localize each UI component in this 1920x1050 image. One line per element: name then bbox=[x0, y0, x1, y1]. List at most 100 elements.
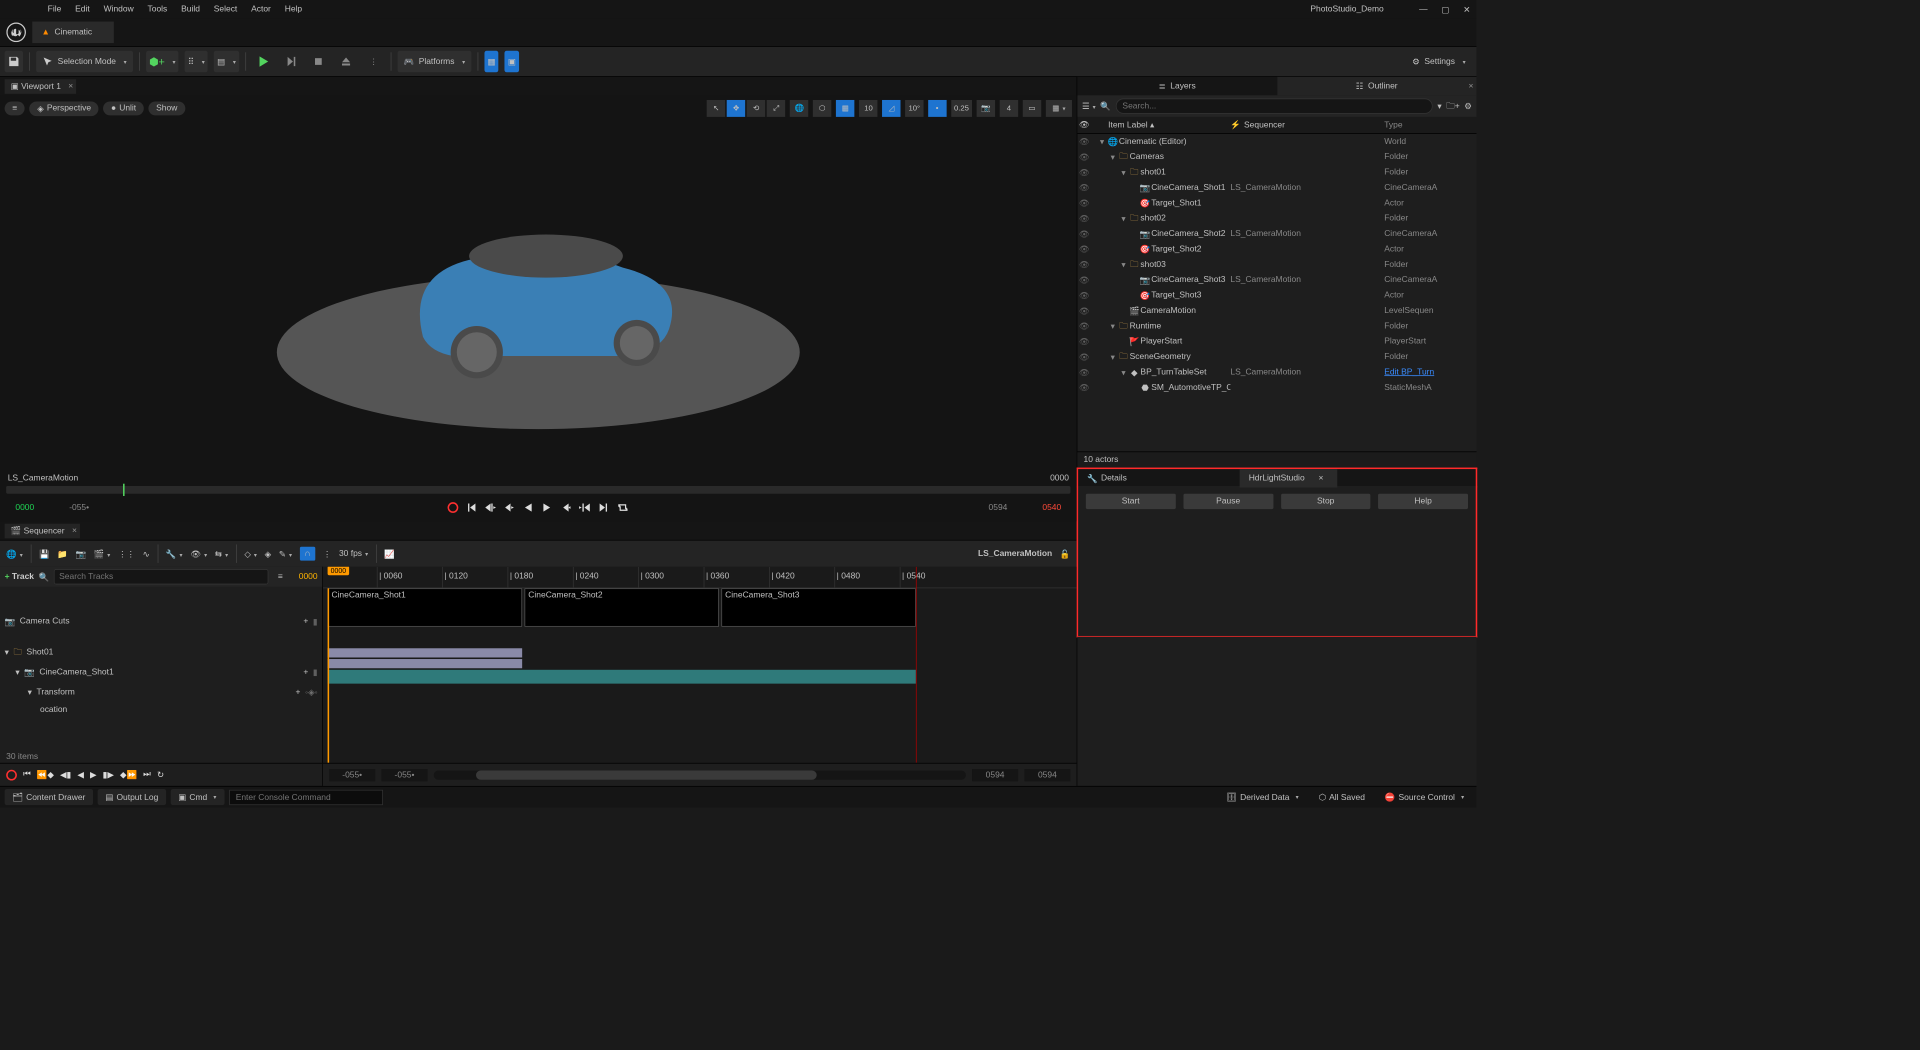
add-section-icon[interactable]: + bbox=[303, 617, 308, 626]
outliner-search-input[interactable] bbox=[1116, 98, 1433, 113]
tab-details[interactable]: 🔧Details bbox=[1078, 469, 1141, 487]
close-icon[interactable]: × bbox=[1468, 82, 1473, 91]
add-content-dropdown[interactable]: ⬢+ bbox=[146, 51, 179, 73]
step-back-icon[interactable] bbox=[504, 502, 515, 513]
outliner-row[interactable]: 👁▾🗀RuntimeFolder bbox=[1077, 318, 1476, 333]
cmd-dropdown[interactable]: ▣Cmd bbox=[171, 789, 225, 805]
play-forward-icon[interactable] bbox=[541, 502, 552, 513]
outliner-row[interactable]: 👁🎯Target_Shot3Actor bbox=[1077, 288, 1476, 303]
scale-snap-toggle[interactable]: • bbox=[928, 100, 946, 117]
rotate-tool[interactable]: ⟲ bbox=[747, 100, 765, 117]
outliner-tree[interactable]: 👁▾🌐Cinematic (Editor)World👁▾🗀CamerasFold… bbox=[1077, 134, 1476, 452]
curve-editor-icon[interactable]: 📈 bbox=[384, 549, 395, 559]
playhead-line[interactable] bbox=[328, 588, 330, 763]
range-in-end[interactable]: 0594 bbox=[972, 769, 1018, 781]
outliner-row[interactable]: 👁📷CineCamera_Shot3LS_CameraMotionCineCam… bbox=[1077, 272, 1476, 287]
visibility-icon[interactable]: 👁 bbox=[1077, 290, 1091, 300]
play-button[interactable] bbox=[252, 51, 274, 73]
hdr-help-button[interactable]: Help bbox=[1378, 494, 1468, 509]
timeline-ruler[interactable]: 0000 | 0060| 0120| 0180| 0240| 0300| 036… bbox=[323, 567, 1077, 589]
visibility-icon[interactable]: 👁 bbox=[1077, 275, 1091, 285]
blueprint-dropdown[interactable]: ⠿ bbox=[185, 51, 208, 73]
outliner-row[interactable]: 👁▾🗀shot03Folder bbox=[1077, 257, 1476, 272]
record-button[interactable] bbox=[6, 769, 17, 780]
save-seq-icon[interactable]: 💾 bbox=[39, 549, 50, 559]
visibility-icon[interactable]: 👁 bbox=[1077, 367, 1091, 377]
autokey-icon[interactable]: ◈ bbox=[265, 549, 272, 559]
snap-toggle[interactable]: ∩ bbox=[300, 547, 315, 561]
step-back-icon[interactable]: ◀▮ bbox=[60, 770, 71, 780]
goto-end-icon[interactable]: ⏭ bbox=[143, 770, 151, 780]
step-back-key-icon[interactable]: ⏪◆ bbox=[37, 770, 54, 780]
edit-mode-dropdown[interactable]: ✎ bbox=[279, 549, 292, 559]
hdr-start-button[interactable]: Start bbox=[1086, 494, 1176, 509]
content-drawer-button[interactable]: 🗂Content Drawer bbox=[5, 789, 93, 805]
camera-speed-icon[interactable]: 📷 bbox=[977, 100, 995, 117]
all-saved-indicator[interactable]: ⬡All Saved bbox=[1311, 789, 1373, 805]
sequencer-tab[interactable]: 🎬 Sequencer × bbox=[5, 523, 80, 538]
curve-icon[interactable]: ∿ bbox=[143, 549, 150, 559]
goto-end-icon[interactable] bbox=[598, 502, 609, 513]
viewports-toggle-2[interactable]: ▣ bbox=[505, 51, 519, 73]
eject-button[interactable] bbox=[335, 51, 357, 73]
expand-icon[interactable]: ▾ bbox=[1119, 367, 1128, 377]
goto-start-icon[interactable] bbox=[466, 502, 477, 513]
outliner-row[interactable]: 👁▾🗀SceneGeometryFolder bbox=[1077, 349, 1476, 364]
expand-icon[interactable]: ▾ bbox=[1119, 213, 1128, 223]
grid-snap-toggle[interactable]: ▦ bbox=[836, 100, 854, 117]
add-track-button[interactable]: + Track bbox=[5, 572, 34, 581]
add-key-icon[interactable]: + bbox=[303, 667, 308, 676]
outliner-row[interactable]: 👁🎯Target_Shot1Actor bbox=[1077, 195, 1476, 210]
browse-icon[interactable]: 📁 bbox=[57, 549, 68, 559]
show-dropdown[interactable]: Show bbox=[148, 102, 185, 116]
skip-button[interactable] bbox=[280, 51, 302, 73]
menu-build[interactable]: Build bbox=[181, 5, 200, 14]
viewport-scrubber[interactable] bbox=[6, 486, 1070, 494]
visibility-icon[interactable]: 👁 bbox=[1077, 306, 1091, 316]
window-minimize-icon[interactable]: — bbox=[1419, 5, 1427, 14]
track-cinecamera1[interactable]: ▾📷 CineCamera_Shot1 +▮ bbox=[0, 662, 322, 682]
expand-icon[interactable]: ▾ bbox=[1108, 352, 1117, 362]
window-maximize-icon[interactable]: ▢ bbox=[1441, 4, 1449, 14]
expand-icon[interactable]: ▾ bbox=[1119, 167, 1128, 177]
hdr-stop-button[interactable]: Stop bbox=[1281, 494, 1371, 509]
expand-icon[interactable]: ▾ bbox=[1119, 260, 1128, 270]
close-icon[interactable]: × bbox=[72, 526, 77, 535]
range-in-start[interactable]: -055• bbox=[381, 769, 427, 781]
outliner-options-icon[interactable]: ☰ bbox=[1082, 101, 1096, 111]
outliner-row[interactable]: 👁⬣SM_AutomotiveTP_CStaticMeshA bbox=[1077, 380, 1476, 395]
viewport-scene[interactable] bbox=[0, 95, 1077, 470]
visibility-icon[interactable]: 👁 bbox=[1077, 336, 1091, 346]
goto-start-icon[interactable]: ⏮ bbox=[23, 770, 31, 780]
outliner-row[interactable]: 👁▾🌐Cinematic (Editor)World bbox=[1077, 134, 1476, 149]
expand-icon[interactable]: ▾ bbox=[1108, 152, 1117, 162]
viewport[interactable]: ≡ ◈Perspective ●Unlit Show ↖ ✥ ⟲ ⤢ 🌐 ⬡ ▦… bbox=[0, 95, 1077, 521]
menu-tools[interactable]: Tools bbox=[148, 5, 168, 14]
console-input[interactable] bbox=[229, 789, 383, 804]
output-log-button[interactable]: ▤Output Log bbox=[98, 789, 166, 805]
outliner-row[interactable]: 👁▾◆BP_TurnTableSetLS_CameraMotionEdit BP… bbox=[1077, 365, 1476, 380]
expand-icon[interactable]: ▾ bbox=[5, 647, 9, 657]
step-fwd-key-icon[interactable]: ◆⏩ bbox=[120, 770, 137, 780]
scale-tool[interactable]: ⤢ bbox=[767, 100, 785, 117]
step-fwd-icon[interactable] bbox=[560, 502, 571, 513]
visibility-header-icon[interactable]: 👁 bbox=[1077, 120, 1091, 130]
expand-icon[interactable]: ▾ bbox=[28, 687, 32, 697]
menu-window[interactable]: Window bbox=[104, 5, 134, 14]
record-button[interactable] bbox=[448, 502, 459, 513]
grid-snap-value[interactable]: 10 bbox=[859, 100, 877, 117]
viewport-options-menu[interactable]: ≡ bbox=[5, 102, 25, 116]
visibility-icon[interactable]: 👁 bbox=[1077, 198, 1091, 208]
play-reverse-icon[interactable]: ◀ bbox=[77, 770, 84, 780]
actions-dropdown[interactable]: 🔧 bbox=[166, 549, 183, 559]
outliner-row[interactable]: 👁🎬CameraMotionLevelSequen bbox=[1077, 303, 1476, 318]
stop-button[interactable] bbox=[307, 51, 329, 73]
visibility-icon[interactable]: 👁 bbox=[1077, 213, 1091, 223]
play-options-icon[interactable]: ⋮ bbox=[363, 51, 385, 73]
timeline[interactable]: 0000 | 0060| 0120| 0180| 0240| 0300| 036… bbox=[323, 567, 1077, 786]
mute-icon[interactable]: ▮ bbox=[313, 616, 318, 626]
clapboard-dropdown[interactable]: 🎬 bbox=[94, 549, 111, 559]
visibility-icon[interactable]: 👁 bbox=[1077, 383, 1091, 393]
visibility-icon[interactable]: 👁 bbox=[1077, 229, 1091, 239]
current-frame[interactable]: 0000 bbox=[299, 572, 318, 581]
